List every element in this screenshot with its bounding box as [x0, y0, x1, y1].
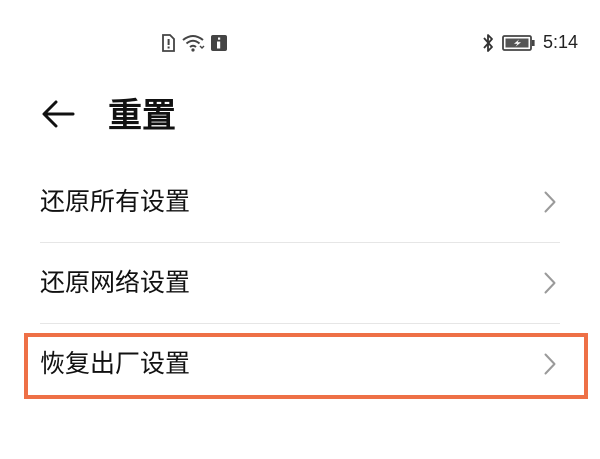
status-time: 5:14: [542, 32, 578, 52]
status-bar: 5:14: [0, 30, 600, 60]
status-left-icons: [160, 34, 228, 52]
wifi-icon: [181, 34, 205, 52]
list-item-reset-all-settings[interactable]: 还原所有设置: [40, 162, 560, 242]
bluetooth-icon: [481, 33, 495, 53]
list-item-reset-network-settings[interactable]: 还原网络设置: [40, 243, 560, 323]
list-item-factory-reset[interactable]: 恢复出厂设置: [40, 324, 560, 404]
header: 重置: [0, 92, 600, 142]
chevron-right-icon: [536, 191, 556, 213]
page-title: 重置: [108, 96, 176, 136]
arrow-left-icon: [41, 99, 75, 133]
list-item-label: 还原所有设置: [40, 187, 191, 216]
chevron-right-icon: [536, 272, 556, 294]
info-icon: [210, 34, 228, 52]
back-button[interactable]: [38, 96, 78, 136]
list-item-label: 恢复出厂设置: [40, 349, 191, 378]
chevron-right-icon: [536, 353, 556, 375]
settings-list: 还原所有设置 还原网络设置 恢复出厂设置: [40, 162, 560, 404]
sim-alert-icon: [160, 34, 176, 52]
battery-charging-icon: [502, 34, 536, 52]
list-item-label: 还原网络设置: [40, 268, 191, 297]
reset-screen: 5:14 重置 还原所有设置 还原网络设置 恢复出厂设置: [0, 0, 600, 459]
status-right-icons: 5:14: [481, 32, 578, 53]
